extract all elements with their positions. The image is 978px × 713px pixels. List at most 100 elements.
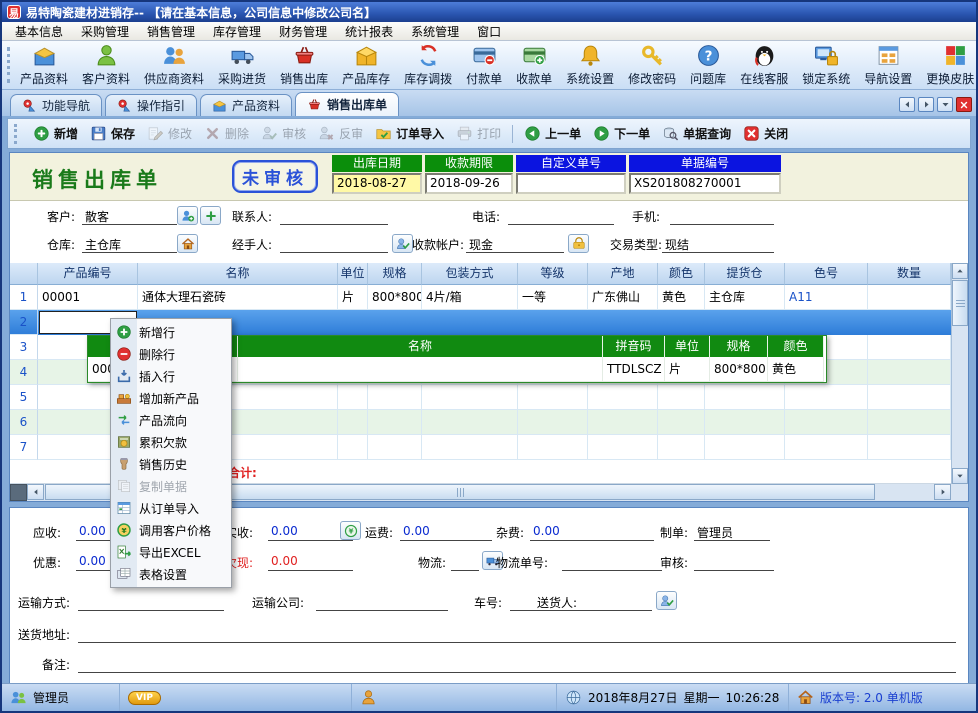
grid-cell[interactable]: [518, 410, 588, 435]
grid-cell[interactable]: [368, 385, 422, 410]
grid-column-header-4[interactable]: 包装方式: [422, 263, 518, 285]
info-field[interactable]: [508, 208, 614, 225]
grid-cell[interactable]: [658, 435, 705, 460]
form-button-1[interactable]: 保存: [84, 122, 141, 145]
grid-cell[interactable]: [422, 385, 518, 410]
grid-cell[interactable]: 主仓库: [705, 285, 785, 310]
person-check-button[interactable]: [392, 234, 413, 253]
transport-field[interactable]: [78, 594, 224, 611]
transport-field[interactable]: [586, 594, 652, 611]
grid-cell[interactable]: [338, 385, 368, 410]
info-field[interactable]: 主仓库: [82, 236, 177, 253]
context-menu-item-11[interactable]: 表格设置: [113, 563, 229, 585]
toolbar-button-10[interactable]: 修改密码: [621, 41, 683, 89]
context-menu-item-2[interactable]: 插入行: [113, 365, 229, 387]
context-menu-item-4[interactable]: 产品流向: [113, 409, 229, 431]
grid-column-header-2[interactable]: 单位: [338, 263, 368, 285]
menu-item-2[interactable]: 销售管理: [138, 22, 204, 40]
scroll-left-button[interactable]: [27, 484, 44, 500]
tab-2[interactable]: 产品资料: [200, 94, 292, 116]
toolbar-button-13[interactable]: 锁定系统: [795, 41, 857, 89]
payment-field[interactable]: [451, 554, 479, 571]
account-button[interactable]: [568, 234, 589, 253]
address-field[interactable]: [78, 626, 956, 643]
tab-scroll-left-button[interactable]: [899, 97, 915, 112]
grid-cell[interactable]: [588, 410, 658, 435]
doc-field-value[interactable]: [516, 173, 626, 194]
context-menu-item-6[interactable]: 销售历史: [113, 453, 229, 475]
grid-column-header-1[interactable]: 名称: [138, 263, 338, 285]
toolbar-button-7[interactable]: 付款单: [459, 41, 509, 89]
grid-column-header-5[interactable]: 等级: [518, 263, 588, 285]
toolbar-button-2[interactable]: 供应商资料: [137, 41, 211, 89]
form-button-8[interactable]: 上一单: [518, 122, 587, 145]
scroll-right-button[interactable]: [934, 484, 951, 500]
grid-cell[interactable]: 黄色: [658, 285, 705, 310]
grid-cell[interactable]: [868, 385, 951, 410]
vertical-scrollbar[interactable]: [951, 263, 968, 484]
grid-cell[interactable]: 广东佛山: [588, 285, 658, 310]
payment-field[interactable]: 管理员: [694, 524, 770, 541]
toolbar-button-1[interactable]: 客户资料: [75, 41, 137, 89]
grid-cell[interactable]: 00001: [38, 285, 138, 310]
doc-field-value[interactable]: XS201808270001: [629, 173, 781, 194]
warehouse-button[interactable]: [177, 234, 198, 253]
tab-scroll-right-button[interactable]: [918, 97, 934, 112]
grid-cell[interactable]: [868, 335, 951, 360]
context-menu-item-10[interactable]: 导出EXCEL: [113, 541, 229, 563]
info-field[interactable]: [280, 208, 388, 225]
grid-column-header-3[interactable]: 规格: [368, 263, 422, 285]
toolbar-button-14[interactable]: 导航设置: [857, 41, 919, 89]
tab-1[interactable]: 操作指引: [105, 94, 197, 116]
grid-column-header-9[interactable]: 色号: [785, 263, 868, 285]
grid-cell[interactable]: [705, 435, 785, 460]
grid-cell[interactable]: [518, 435, 588, 460]
grid-column-header-8[interactable]: 提货仓: [705, 263, 785, 285]
popup-cell[interactable]: [238, 357, 603, 382]
toolbar-button-6[interactable]: 库存调拨: [397, 41, 459, 89]
grid-cell[interactable]: [658, 410, 705, 435]
form-button-0[interactable]: 新增: [27, 122, 84, 145]
grid-cell[interactable]: [868, 285, 951, 310]
payment-field[interactable]: 0.00: [268, 554, 353, 571]
form-button-10[interactable]: 单据查询: [656, 122, 737, 145]
context-menu-item-5[interactable]: 累积欠款: [113, 431, 229, 453]
customer-add-button[interactable]: [200, 206, 221, 225]
toolbar-button-0[interactable]: 产品资料: [13, 41, 75, 89]
toolbar-button-8[interactable]: 收款单: [509, 41, 559, 89]
grid-cell[interactable]: 4片/箱: [422, 285, 518, 310]
customer-pick-button[interactable]: [177, 206, 198, 225]
menu-item-6[interactable]: 系统管理: [402, 22, 468, 40]
grid-cell[interactable]: [705, 410, 785, 435]
grid-cell[interactable]: [868, 360, 951, 385]
grid-cell[interactable]: 片: [338, 285, 368, 310]
grid-column-header-0[interactable]: 产品编号: [38, 263, 138, 285]
menu-item-7[interactable]: 窗口: [468, 22, 510, 40]
grid-cell[interactable]: [785, 385, 868, 410]
grid-cell[interactable]: 一等: [518, 285, 588, 310]
toolbar-button-9[interactable]: 系统设置: [559, 41, 621, 89]
popup-cell[interactable]: TTDLSCZ: [603, 357, 665, 382]
grid-cell[interactable]: [518, 385, 588, 410]
context-menu-item-1[interactable]: 删除行: [113, 343, 229, 365]
grid-cell[interactable]: [658, 385, 705, 410]
popup-cell[interactable]: 片: [665, 357, 710, 382]
toolbar-button-4[interactable]: 销售出库: [273, 41, 335, 89]
menu-item-4[interactable]: 财务管理: [270, 22, 336, 40]
transport-field[interactable]: [316, 594, 448, 611]
info-field[interactable]: 现金: [466, 236, 564, 253]
scroll-down-button[interactable]: [952, 468, 968, 484]
grid-cell[interactable]: [868, 410, 951, 435]
info-field[interactable]: 散客: [82, 208, 177, 225]
doc-field-value[interactable]: 2018-08-27: [332, 173, 422, 194]
grid-cell[interactable]: [785, 435, 868, 460]
toolbar-button-3[interactable]: 采购进货: [211, 41, 273, 89]
context-menu-item-0[interactable]: 新增行: [113, 321, 229, 343]
tab-3[interactable]: 销售出库单: [295, 92, 399, 116]
grid-cell[interactable]: [422, 435, 518, 460]
grid-cell[interactable]: 通体大理石瓷砖: [138, 285, 338, 310]
menu-item-1[interactable]: 采购管理: [72, 22, 138, 40]
popup-cell[interactable]: 黄色: [768, 357, 824, 382]
money-button[interactable]: ¥: [340, 521, 361, 540]
context-menu-item-3[interactable]: 增加新产品: [113, 387, 229, 409]
